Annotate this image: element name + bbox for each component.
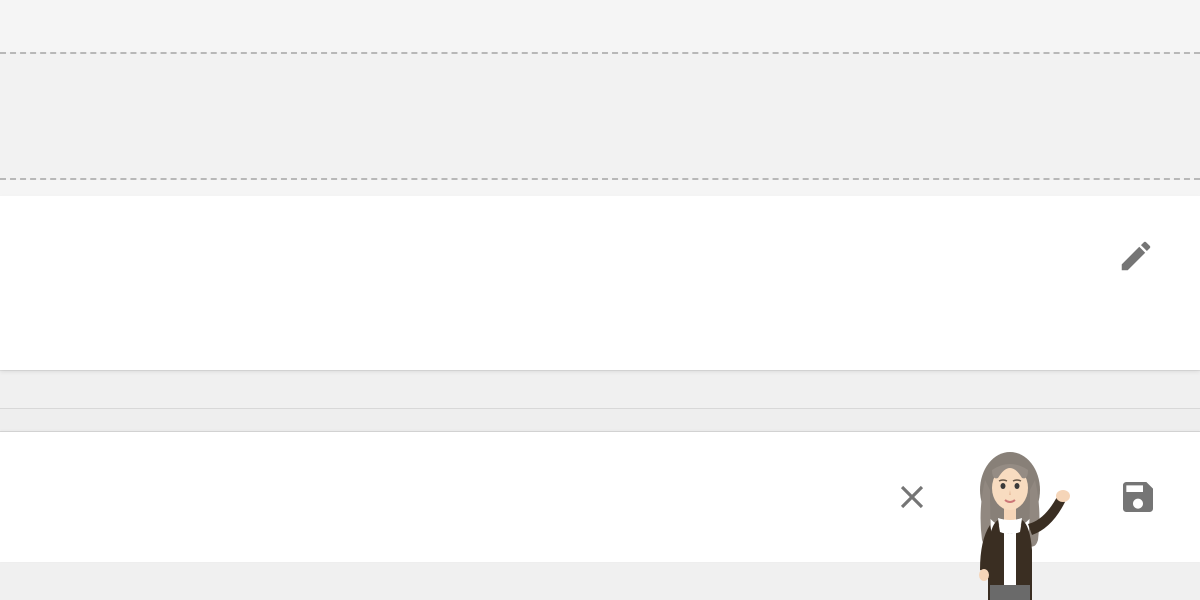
close-button[interactable] bbox=[890, 475, 934, 519]
save-button[interactable] bbox=[1116, 475, 1160, 519]
avatar bbox=[960, 440, 1080, 600]
top-spacer bbox=[0, 0, 1200, 52]
spacer bbox=[0, 180, 1200, 196]
divider-spacer bbox=[0, 370, 1200, 408]
dashed-content-area bbox=[0, 52, 1200, 180]
thin-divider bbox=[0, 408, 1200, 432]
edit-panel bbox=[0, 196, 1200, 370]
pencil-icon bbox=[1117, 237, 1155, 275]
close-icon bbox=[893, 478, 931, 516]
edit-button[interactable] bbox=[1114, 234, 1158, 278]
save-icon bbox=[1118, 477, 1158, 517]
